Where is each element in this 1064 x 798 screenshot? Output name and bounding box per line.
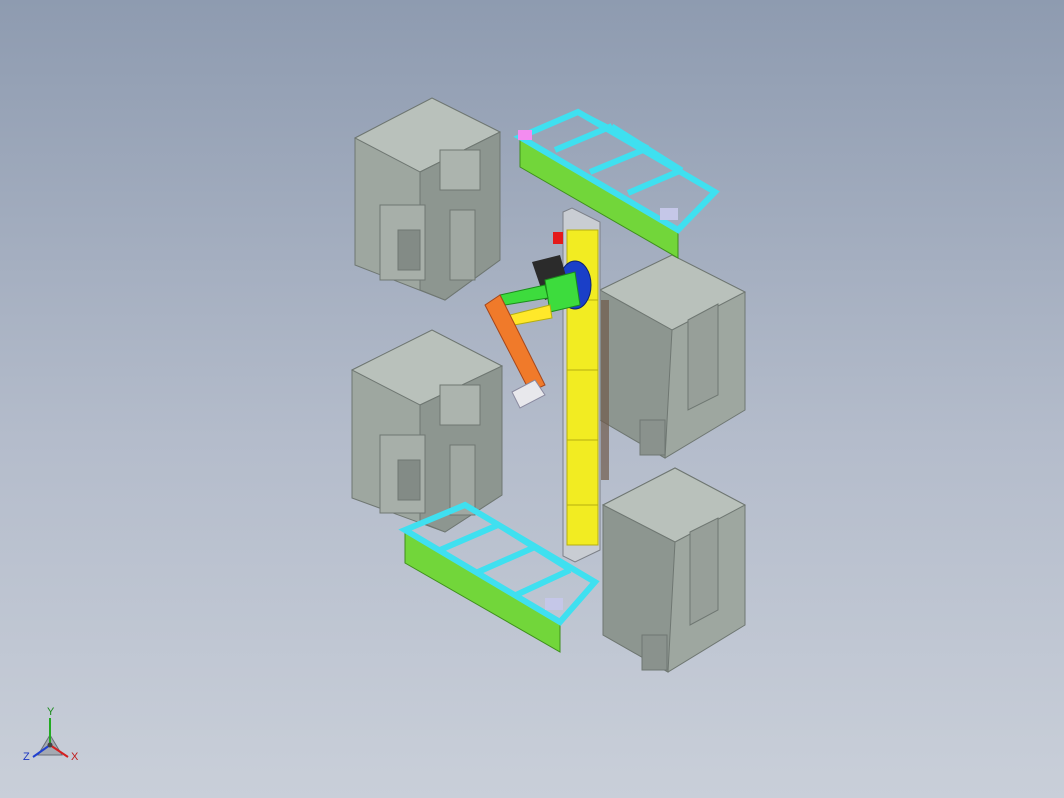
linear-rail[interactable]	[562, 207, 609, 563]
x-axis-label: X	[71, 751, 79, 763]
machine-tool-mid-left[interactable]	[350, 329, 504, 533]
z-axis-label: Z	[23, 751, 30, 763]
machine-tool-mid-right[interactable]	[598, 254, 747, 459]
cad-viewport[interactable]: Y X Z	[0, 0, 1064, 798]
machine-tool-bottom-right[interactable]	[601, 467, 747, 673]
axis-triad: Y X Z	[23, 706, 79, 763]
pallet-rack-top[interactable]	[513, 108, 720, 259]
assembly-model[interactable]: Y X Z	[0, 0, 1064, 798]
y-axis-label: Y	[47, 706, 55, 718]
machine-tool-top-left[interactable]	[353, 97, 502, 301]
